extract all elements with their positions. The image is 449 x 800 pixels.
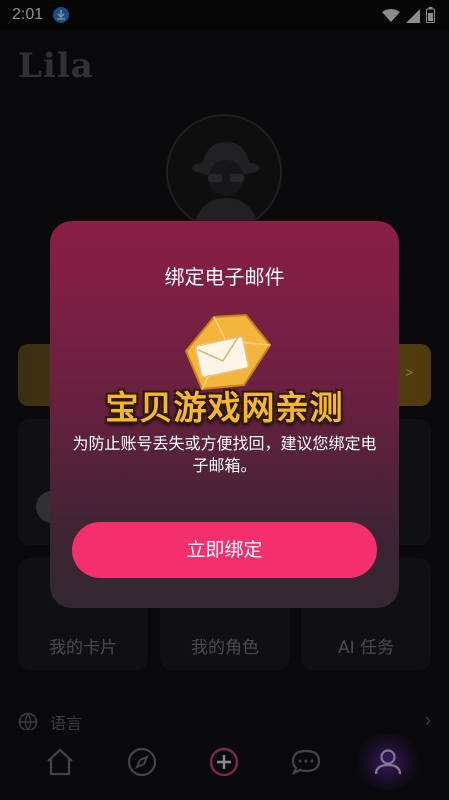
dialog-title: 绑定电子邮件 [164, 265, 285, 289]
watermark-text: 宝贝游戏网亲测 [105, 388, 344, 427]
dialog-message: 为防止账号丢失或方便找回，建议您绑定电子邮箱。 [72, 434, 377, 475]
bind-now-button[interactable]: 立即绑定 [72, 522, 377, 578]
bind-email-dialog: 绑定电子邮件 宝贝游戏网亲测 为防止账号丢失或方便找回，建议您绑定电子邮箱。 立… [50, 221, 399, 608]
